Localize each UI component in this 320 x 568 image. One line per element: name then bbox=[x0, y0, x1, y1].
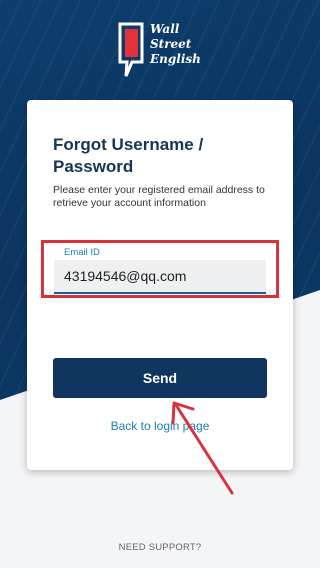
send-button[interactable]: Send bbox=[53, 358, 267, 398]
page-title: Forgot Username / Password bbox=[53, 135, 204, 176]
annotation-arrow-icon bbox=[171, 401, 234, 495]
email-field[interactable] bbox=[54, 260, 266, 294]
wall-street-english-logo: Wall Street English bbox=[116, 20, 206, 84]
email-label: Email ID bbox=[64, 247, 100, 258]
instruction-text: Please enter your registered email addre… bbox=[53, 184, 265, 209]
speech-bubble-icon bbox=[118, 22, 144, 77]
logo-text: Wall Street English bbox=[150, 22, 201, 66]
need-support-link[interactable]: NEED SUPPORT? bbox=[0, 542, 320, 553]
